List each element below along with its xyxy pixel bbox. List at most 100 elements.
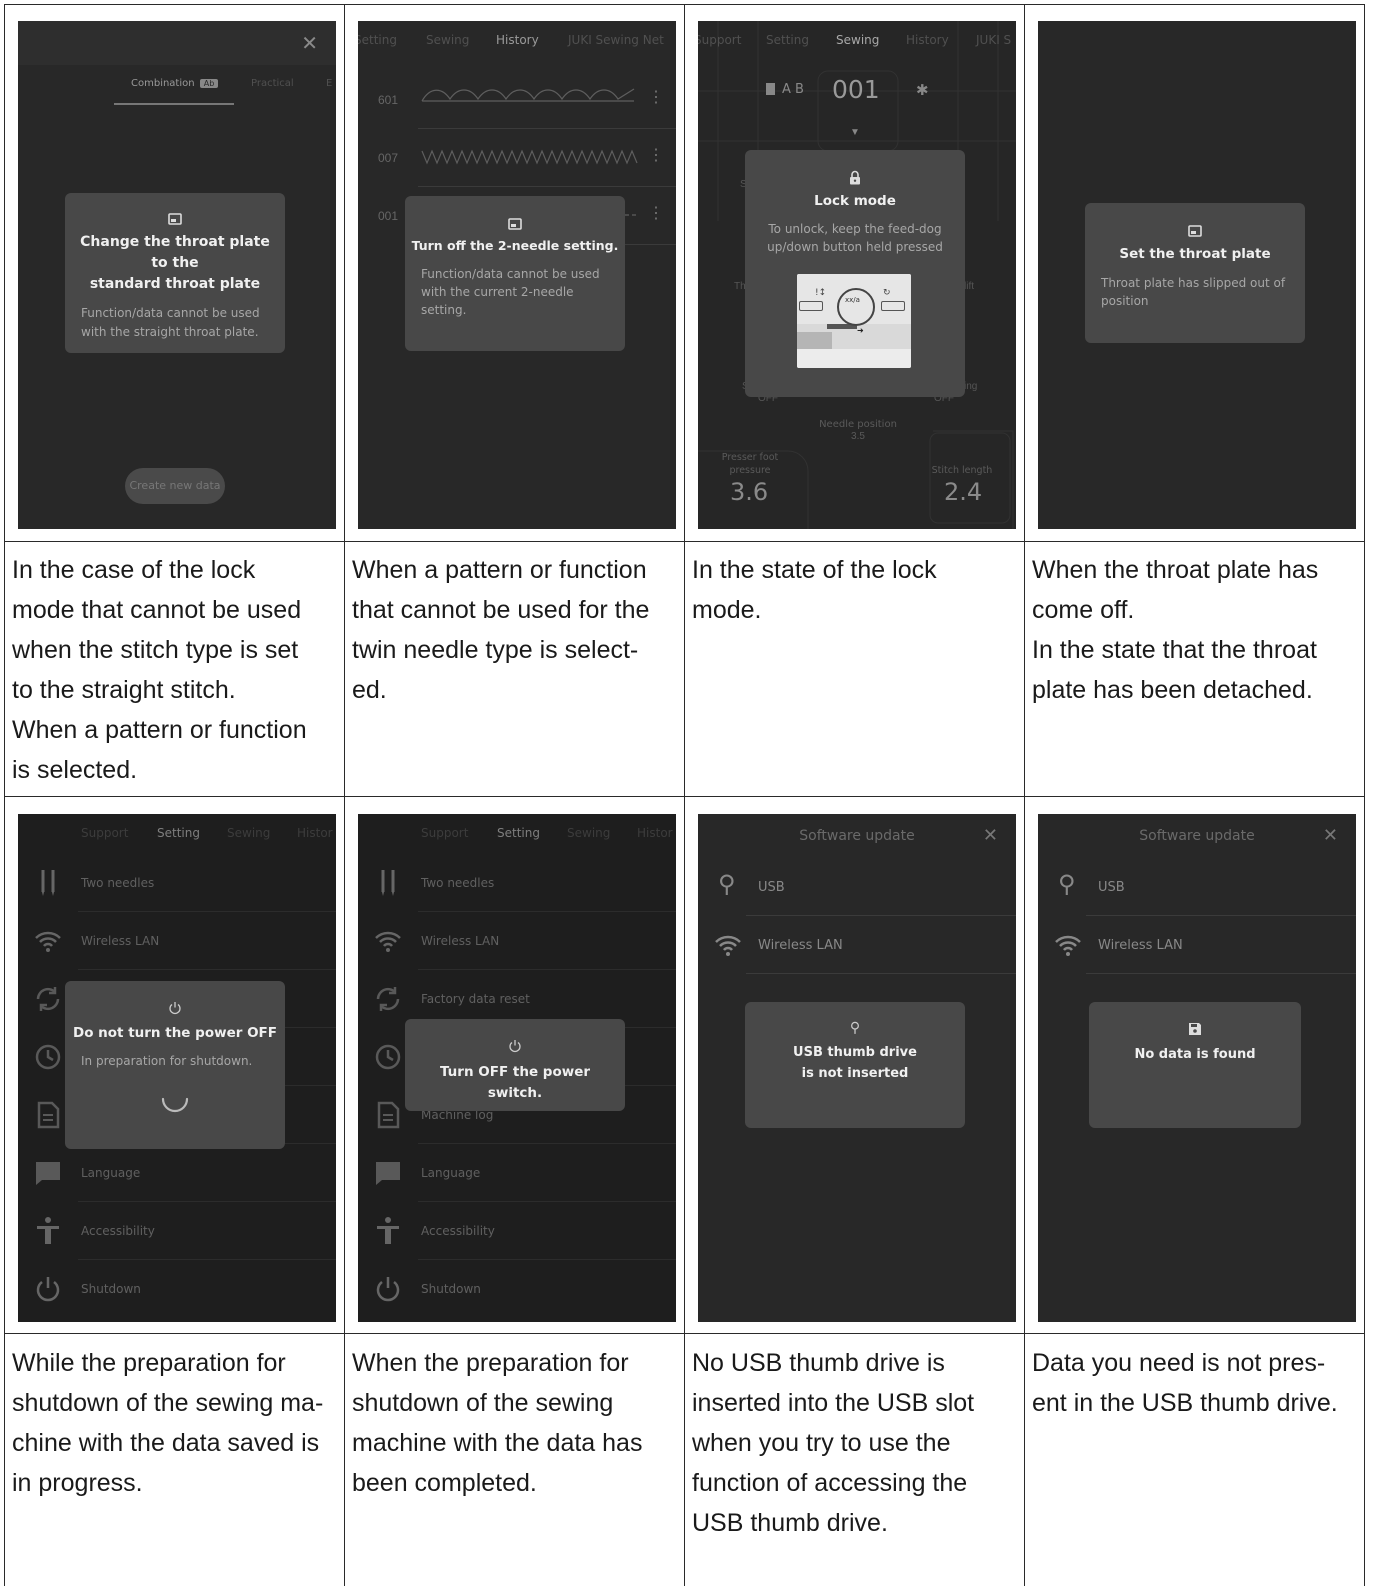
update-row-wireless-lan[interactable]: Wireless LAN xyxy=(698,916,1016,974)
modal-title: Change the throat plate to the standard … xyxy=(80,234,270,292)
top-bar xyxy=(18,21,336,65)
more-icon[interactable]: ⋮ xyxy=(648,87,664,107)
screen-shutdown-in-progress: Support Setting Sewing Histor Two needle… xyxy=(18,814,336,1322)
modal-body: Throat plate has slipped out of position xyxy=(1101,276,1286,308)
modal-title: Set the throat plate xyxy=(1119,246,1271,262)
table-border-top xyxy=(5,4,1365,5)
caption-6: When the preparation for shutdown of the… xyxy=(352,1349,643,1497)
lock-mode-modal: Lock mode To unlock, keep the feed-dog u… xyxy=(745,150,965,397)
throat-plate-icon xyxy=(1188,225,1202,237)
modal-body: To unlock, keep the feed-dog up/down but… xyxy=(767,222,943,254)
create-new-data-button[interactable]: Create new data xyxy=(125,468,225,504)
usb-icon: ⚲ xyxy=(718,871,736,898)
wifi-icon xyxy=(715,935,741,956)
left-partial-label: Th xyxy=(734,281,746,292)
modal-title: Turn off the 2-needle setting. xyxy=(411,238,619,253)
more-icon[interactable]: ⋮ xyxy=(648,145,664,165)
power-icon xyxy=(169,1002,181,1015)
screen-shutdown-complete: Support Setting Sewing Histor Two needle… xyxy=(358,814,676,1322)
throat-plate-modal: Change the throat plate to the standard … xyxy=(65,193,285,353)
do-not-turn-off-modal: Do not turn the power OFF In preparation… xyxy=(65,981,285,1149)
gear-icon[interactable]: ✱ xyxy=(916,81,929,99)
caption-1: In the case of the lock mode that cannot… xyxy=(12,556,307,784)
modal-body: Function/data cannot be used with the cu… xyxy=(421,267,600,317)
table-row-divider xyxy=(5,1333,1365,1334)
tab-juki-sewing-net[interactable]: JUKI Sewing Net xyxy=(568,33,664,47)
set-throat-plate-modal: Set the throat plate Throat plate has sl… xyxy=(1085,203,1305,343)
throat-plate-icon xyxy=(508,218,522,230)
power-icon xyxy=(509,1040,521,1053)
table-divider-3 xyxy=(1024,4,1025,1586)
tab-combination[interactable]: Combination Ab xyxy=(131,78,219,89)
update-row-usb[interactable]: ⚲ USB xyxy=(698,858,1016,916)
tab-sewing[interactable]: Sewing xyxy=(836,33,879,47)
screen-no-data-found: Software update ✕ ⚲ USB Wireless LAN No … xyxy=(1038,814,1356,1322)
ing-partial-label: ing xyxy=(964,381,978,392)
close-icon[interactable]: ✕ xyxy=(1323,825,1338,846)
tab-underline xyxy=(114,103,234,105)
tab-history[interactable]: History xyxy=(906,33,949,47)
usb-icon: ⚲ xyxy=(849,1020,861,1036)
update-row-usb[interactable]: ⚲ USB xyxy=(1038,858,1356,916)
row-label: Wireless LAN xyxy=(1098,938,1183,953)
table-row-divider xyxy=(5,541,1365,542)
caret-down-icon: ▼ xyxy=(850,127,860,138)
modal-title: Lock mode xyxy=(814,193,896,209)
loading-spinner-icon xyxy=(161,1097,189,1113)
history-row[interactable]: 007 ⋮ xyxy=(358,129,676,187)
modal-title: Turn OFF the power switch. xyxy=(439,1064,591,1101)
tab-practical[interactable]: Practical xyxy=(251,78,294,89)
update-row-wireless-lan[interactable]: Wireless LAN xyxy=(1038,916,1356,974)
screen-usb-not-inserted: Software update ✕ ⚲ USB Wireless LAN ⚲ U… xyxy=(698,814,1016,1322)
stitch-length-value: 2.4 xyxy=(944,478,983,506)
needle-position-label: Needle position xyxy=(819,419,897,430)
usb-not-inserted-modal: ⚲ USB thumb drive is not inserted xyxy=(745,1002,965,1128)
pattern-number-display: 001 xyxy=(832,75,880,104)
wifi-icon xyxy=(1055,935,1081,956)
leaf-stitch-pattern xyxy=(421,88,635,102)
ab-label: A B xyxy=(782,82,804,97)
screen-set-throat-plate: Set the throat plate Throat plate has sl… xyxy=(1038,21,1356,529)
screen-throat-plate-change: ✕ Combination Ab Practical E Change the … xyxy=(18,21,336,529)
close-icon[interactable]: ✕ xyxy=(301,31,318,56)
lock-icon xyxy=(850,170,860,185)
throat-plate-icon xyxy=(168,213,182,225)
usb-icon: ⚲ xyxy=(1058,871,1076,898)
more-icon[interactable]: ⋮ xyxy=(648,203,664,223)
caption-5: While the preparation for shutdown of th… xyxy=(12,1349,324,1497)
row-label: USB xyxy=(1098,880,1125,895)
tab-setting[interactable]: Setting xyxy=(358,33,397,47)
caption-2: When a pattern or function that cannot b… xyxy=(352,556,650,704)
combination-badge: Ab xyxy=(199,79,219,88)
screen-lock-mode: Support Setting Sewing History JUKI S A … xyxy=(698,21,1016,529)
turn-off-power-modal: Turn OFF the power switch. xyxy=(405,1019,625,1111)
modal-body: In preparation for shutdown. xyxy=(81,1054,253,1068)
caption-4: When the throat plate has come off. In t… xyxy=(1032,556,1319,704)
table-border-right xyxy=(1364,4,1365,1586)
no-data-modal: No data is found xyxy=(1089,1002,1301,1128)
tab-history[interactable]: History xyxy=(496,33,539,47)
caption-8: Data you need is not pres- ent in the US… xyxy=(1032,1349,1338,1417)
caption-3: In the state of the lock mode. xyxy=(692,556,937,624)
two-needle-modal: Turn off the 2-needle setting. Function/… xyxy=(405,196,625,351)
table-divider-2 xyxy=(684,4,685,1586)
close-icon[interactable]: ✕ xyxy=(983,825,998,846)
save-disk-icon xyxy=(1189,1023,1201,1035)
history-row[interactable]: 601 ⋮ xyxy=(358,71,676,129)
tab-setting[interactable]: Setting xyxy=(766,33,809,47)
tab-e[interactable]: E xyxy=(326,78,332,89)
row-label: Wireless LAN xyxy=(758,938,843,953)
table-divider-1 xyxy=(344,4,345,1586)
modal-title: USB thumb drive is not inserted xyxy=(793,1045,917,1081)
modal-title: Do not turn the power OFF xyxy=(72,1025,278,1041)
needle-position-value: 3.5 xyxy=(851,431,865,442)
presser-foot-pressure-label: Presser foot pressure xyxy=(721,452,779,476)
feed-dog-button-illustration: xx/a !↕ ↻ ➜ xyxy=(797,274,911,368)
software-update-header: Software update xyxy=(799,828,915,844)
table-border-left xyxy=(4,4,5,1586)
tab-juki[interactable]: JUKI S xyxy=(976,33,1011,47)
tab-support[interactable]: Support xyxy=(698,33,741,47)
pattern-number: 601 xyxy=(378,93,399,107)
software-update-header: Software update xyxy=(1139,828,1255,844)
tab-sewing[interactable]: Sewing xyxy=(426,33,469,47)
